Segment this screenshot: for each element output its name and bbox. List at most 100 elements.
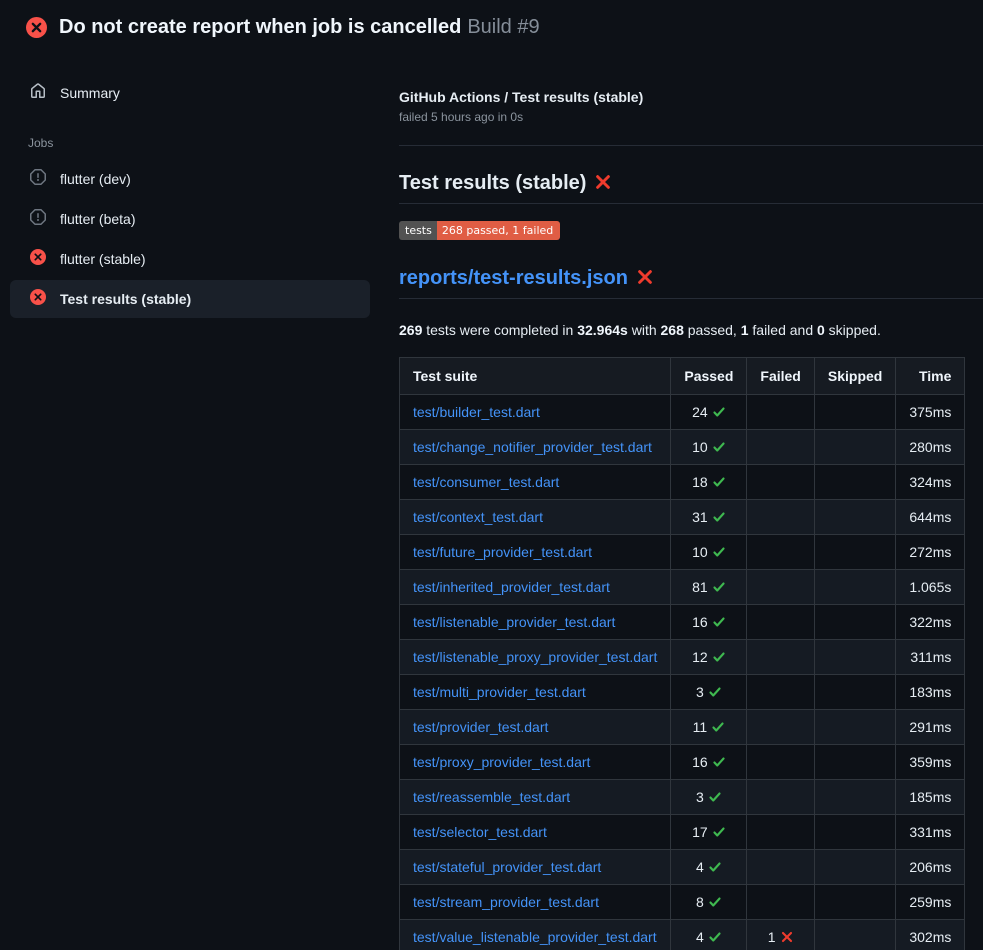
build-number: Build #9 <box>467 16 539 38</box>
time-cell: 331ms <box>896 815 965 850</box>
test-suite-link[interactable]: test/listenable_proxy_provider_test.dart <box>413 649 657 665</box>
check-icon <box>712 509 726 523</box>
passed-cell: 17 <box>671 815 747 850</box>
test-suite-cell: test/context_test.dart <box>400 500 671 535</box>
passed-cell: 10 <box>671 430 747 465</box>
passed-cell: 16 <box>671 605 747 640</box>
failed-cell <box>747 430 814 465</box>
test-suite-link[interactable]: test/reassemble_test.dart <box>413 789 570 805</box>
test-summary-text: 269 tests were completed in 32.964s with… <box>399 322 983 338</box>
test-suite-link[interactable]: test/provider_test.dart <box>413 719 548 735</box>
column-header-time: Time <box>896 358 965 395</box>
time-cell: 311ms <box>896 640 965 675</box>
time-cell: 185ms <box>896 780 965 815</box>
test-suite-link[interactable]: test/listenable_provider_test.dart <box>413 614 615 630</box>
passed-cell: 81 <box>671 570 747 605</box>
test-suite-link[interactable]: test/future_provider_test.dart <box>413 544 592 560</box>
test-suite-cell: test/inherited_provider_test.dart <box>400 570 671 605</box>
passed-cell: 4 <box>671 850 747 885</box>
time-cell: 206ms <box>896 850 965 885</box>
passed-cell: 10 <box>671 535 747 570</box>
failed-cell <box>747 885 814 920</box>
column-header-test-suite: Test suite <box>400 358 671 395</box>
test-suite-link[interactable]: test/stream_provider_test.dart <box>413 894 599 910</box>
test-suite-link[interactable]: test/context_test.dart <box>413 509 543 525</box>
passed-cell: 31 <box>671 500 747 535</box>
job-label: Test results (stable) <box>60 290 191 308</box>
test-suite-link[interactable]: test/proxy_provider_test.dart <box>413 754 590 770</box>
skipped-cell <box>814 675 895 710</box>
table-row: test/listenable_provider_test.dart 16 322m… <box>400 605 965 640</box>
check-icon <box>712 544 726 558</box>
sidebar-job-item-2[interactable]: flutter (beta) <box>10 200 370 238</box>
home-icon <box>30 83 46 102</box>
report-file-link[interactable]: reports/test-results.json <box>399 267 628 289</box>
passed-cell: 16 <box>671 745 747 780</box>
test-suite-cell: test/consumer_test.dart <box>400 465 671 500</box>
failed-cell <box>747 815 814 850</box>
test-suite-cell: test/proxy_provider_test.dart <box>400 745 671 780</box>
x-circle-fill-icon <box>30 289 46 309</box>
check-icon <box>712 649 726 663</box>
badge-label: tests <box>399 221 437 240</box>
test-suite-cell: test/listenable_provider_test.dart <box>400 605 671 640</box>
table-row: test/value_listenable_provider_test.dart… <box>400 920 965 950</box>
stop-octagon-icon <box>30 169 46 189</box>
skipped-cell <box>814 605 895 640</box>
time-cell: 375ms <box>896 395 965 430</box>
skipped-cell <box>814 745 895 780</box>
check-icon <box>708 789 722 803</box>
failed-cell <box>747 710 814 745</box>
table-row: test/provider_test.dart11291ms <box>400 710 965 745</box>
test-suite-link[interactable]: test/builder_test.dart <box>413 404 540 420</box>
test-suite-link[interactable]: test/inherited_provider_test.dart <box>413 579 610 595</box>
sidebar-job-item-4[interactable]: Test results (stable) <box>10 280 370 318</box>
test-suite-cell: test/stateful_provider_test.dart <box>400 850 671 885</box>
skipped-cell <box>814 780 895 815</box>
failed-cell <box>747 850 814 885</box>
test-suite-link[interactable]: test/value_listenable_provider_test.dart <box>413 929 657 945</box>
passed-cell: 24 <box>671 395 747 430</box>
time-cell: 324ms <box>896 465 965 500</box>
sidebar-item-summary[interactable]: Summary <box>10 75 370 110</box>
test-suite-link[interactable]: test/selector_test.dart <box>413 824 547 840</box>
time-cell: 1.065s <box>896 570 965 605</box>
skipped-cell <box>814 815 895 850</box>
test-suite-cell: test/reassemble_test.dart <box>400 780 671 815</box>
x-icon <box>780 929 794 943</box>
time-cell: 291ms <box>896 710 965 745</box>
table-row: test/stateful_provider_test.dart 4 206ms <box>400 850 965 885</box>
failed-cell: 1 <box>747 920 814 950</box>
table-row: test/listenable_proxy_provider_test.dart… <box>400 640 965 675</box>
failed-cell <box>747 605 814 640</box>
sidebar-job-item-1[interactable]: flutter (dev) <box>10 160 370 198</box>
skipped-cell <box>814 850 895 885</box>
failed-cell <box>747 465 814 500</box>
check-icon <box>708 684 722 698</box>
time-cell: 259ms <box>896 885 965 920</box>
table-row: test/selector_test.dart 17 331ms <box>400 815 965 850</box>
time-cell: 322ms <box>896 605 965 640</box>
test-suite-link[interactable]: test/multi_provider_test.dart <box>413 684 586 700</box>
test-suite-link[interactable]: test/consumer_test.dart <box>413 474 559 490</box>
check-icon <box>712 824 726 838</box>
check-icon <box>712 474 726 488</box>
table-row: test/reassemble_test.dart 3 185ms <box>400 780 965 815</box>
test-suite-link[interactable]: test/stateful_provider_test.dart <box>413 859 601 875</box>
failed-cell <box>747 395 814 430</box>
passed-cell: 3 <box>671 675 747 710</box>
sidebar-job-item-3[interactable]: flutter (stable) <box>10 240 370 278</box>
sidebar-summary-label: Summary <box>60 85 120 101</box>
report-title-heading: reports/test-results.json <box>399 267 983 299</box>
skipped-cell <box>814 640 895 675</box>
skipped-cell <box>814 570 895 605</box>
failed-cell <box>747 640 814 675</box>
time-cell: 302ms <box>896 920 965 950</box>
test-suite-link[interactable]: test/change_notifier_provider_test.dart <box>413 439 652 455</box>
time-cell: 280ms <box>896 430 965 465</box>
skipped-cell <box>814 465 895 500</box>
passed-cell: 3 <box>671 780 747 815</box>
test-suite-cell: test/value_listenable_provider_test.dart <box>400 920 671 950</box>
check-icon <box>708 929 722 943</box>
test-results-table: Test suite Passed Failed Skipped Time te… <box>399 357 965 950</box>
